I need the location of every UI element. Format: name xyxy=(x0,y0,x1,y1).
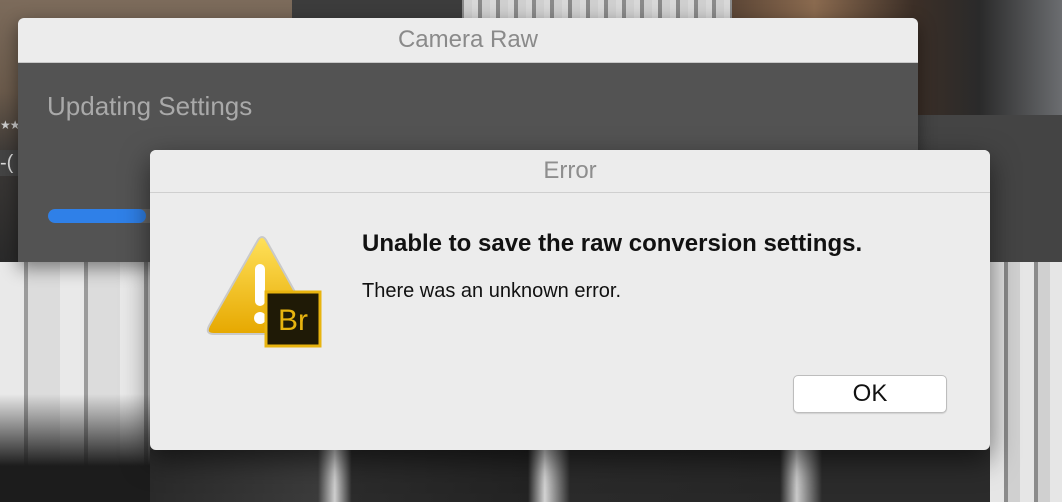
window-title: Camera Raw xyxy=(397,26,539,53)
updating-heading: Updating Settings xyxy=(47,91,253,121)
warning-triangle-with-bridge-badge-icon: Br xyxy=(206,236,322,348)
camera-raw-titlebar: Camera Raw xyxy=(18,18,918,63)
background-photo-thumbnail xyxy=(0,262,150,502)
background-photo-thumbnail xyxy=(150,450,990,502)
error-dialog: Error Br Unable to save the raw conversi… xyxy=(150,150,990,450)
background-photo-thumbnail xyxy=(990,262,1062,502)
error-message: There was an unknown error. xyxy=(362,280,622,302)
rating-stars-icon[interactable]: ★★ xyxy=(0,118,20,132)
progress-bar-fill xyxy=(48,209,147,223)
side-fragment-text: -( xyxy=(0,150,18,176)
bridge-badge-text: Br xyxy=(278,304,308,337)
ok-button[interactable]: OK xyxy=(793,375,947,413)
error-dialog-titlebar: Error xyxy=(150,150,990,193)
error-heading: Unable to save the raw conversion settin… xyxy=(362,230,863,257)
dialog-title: Error xyxy=(543,157,597,184)
